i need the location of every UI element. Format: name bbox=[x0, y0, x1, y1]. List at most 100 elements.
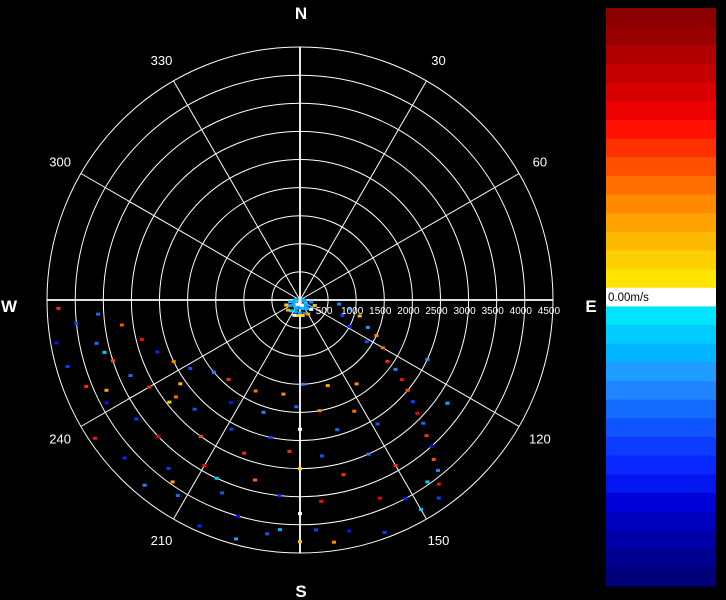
data-point-123 bbox=[74, 322, 79, 325]
data-point-99 bbox=[198, 435, 203, 438]
data-point-137 bbox=[102, 350, 107, 354]
data-point-127 bbox=[167, 400, 172, 404]
data-point-66 bbox=[366, 452, 371, 456]
data-point-102 bbox=[226, 377, 231, 381]
colorbar-swatch bbox=[606, 45, 716, 65]
colorbar-label: -7.33m/s bbox=[608, 497, 653, 509]
data-point-46 bbox=[380, 346, 385, 350]
data-point-59 bbox=[436, 482, 441, 486]
colorbar-swatch bbox=[606, 26, 716, 46]
data-point-92 bbox=[220, 491, 225, 495]
data-point-94 bbox=[253, 389, 258, 393]
data-point-111 bbox=[147, 385, 152, 389]
data-point-86 bbox=[281, 392, 286, 396]
compass-east-label: E bbox=[585, 297, 596, 316]
data-point-113 bbox=[171, 360, 176, 364]
data-point-95 bbox=[229, 427, 234, 431]
data-point-122 bbox=[119, 323, 124, 327]
data-point-132 bbox=[170, 480, 175, 484]
range-tick-label: 3500 bbox=[482, 306, 505, 317]
data-point-55 bbox=[424, 434, 429, 438]
colorbar-swatch bbox=[606, 306, 716, 326]
data-point-134 bbox=[445, 401, 450, 405]
data-point-25 bbox=[293, 310, 298, 314]
data-point-109 bbox=[92, 436, 97, 440]
colorbar-label: 10.00m/s bbox=[608, 12, 656, 24]
data-point-78 bbox=[298, 427, 302, 431]
bearing-label-300: 300 bbox=[49, 155, 71, 170]
data-point-76 bbox=[314, 528, 319, 532]
compass-west-label: W bbox=[1, 297, 18, 316]
colorbar-swatch bbox=[606, 250, 716, 270]
colorbar-label: -2.67m/s bbox=[608, 366, 653, 378]
data-point-87 bbox=[268, 436, 273, 439]
data-point-130 bbox=[214, 476, 219, 480]
data-point-44 bbox=[374, 334, 379, 338]
data-point-104 bbox=[156, 435, 161, 439]
colorbar-label: 0.00m/s bbox=[608, 292, 649, 304]
data-point-97 bbox=[175, 494, 180, 497]
colorbar-label: 8.67m/s bbox=[608, 49, 649, 61]
colorbar-label: 2.67m/s bbox=[608, 217, 649, 229]
colorbar-swatch bbox=[606, 175, 716, 195]
data-point-81 bbox=[298, 540, 302, 544]
data-point-138 bbox=[234, 537, 238, 541]
data-point-69 bbox=[325, 384, 330, 388]
data-point-45 bbox=[347, 324, 352, 328]
polar-radar-plot: 500 1000 1500 2000 2500 3000 3500 4000 4500 30 60… bbox=[1, 4, 597, 600]
data-point-119 bbox=[139, 337, 144, 341]
data-point-38 bbox=[295, 302, 300, 306]
data-point-68 bbox=[382, 531, 387, 534]
data-point-108 bbox=[134, 417, 139, 421]
data-point-116 bbox=[155, 350, 160, 354]
bearing-label-150: 150 bbox=[428, 533, 450, 548]
data-point-56 bbox=[429, 444, 434, 448]
data-point-121 bbox=[54, 341, 59, 345]
data-point-35 bbox=[309, 307, 314, 311]
bearing-label-240: 240 bbox=[49, 432, 71, 447]
colorbar-swatch bbox=[606, 101, 716, 121]
data-point-106 bbox=[211, 370, 216, 374]
data-point-79 bbox=[298, 467, 302, 471]
colorbar-label: 4.00m/s bbox=[608, 180, 649, 192]
range-tick-label: 4500 bbox=[538, 306, 561, 317]
colorbar-swatch bbox=[606, 399, 716, 419]
data-point-70 bbox=[335, 428, 340, 432]
colorbar-swatch bbox=[606, 138, 716, 158]
data-point-74 bbox=[319, 454, 324, 458]
data-point-124 bbox=[96, 312, 101, 316]
colorbar-swatch bbox=[606, 213, 716, 233]
data-point-30 bbox=[306, 312, 311, 316]
data-point-80 bbox=[298, 512, 302, 516]
colorbar-label: 6.67m/s bbox=[608, 105, 649, 117]
data-point-85 bbox=[265, 532, 270, 536]
data-point-71 bbox=[341, 473, 346, 477]
colorbar-swatch bbox=[606, 269, 716, 289]
bearing-label-210: 210 bbox=[151, 533, 173, 548]
range-tick-label: 1000 bbox=[341, 306, 364, 317]
colorbar-swatch bbox=[606, 119, 716, 139]
data-point-31 bbox=[300, 314, 305, 317]
colorbar-swatch bbox=[606, 381, 716, 400]
data-point-54 bbox=[421, 421, 426, 425]
data-point-75 bbox=[319, 499, 324, 503]
data-point-72 bbox=[347, 529, 352, 533]
colorbar-swatch bbox=[606, 82, 716, 102]
colorbar-label: 7.33m/s bbox=[608, 87, 649, 99]
data-point-33 bbox=[285, 308, 290, 312]
data-point-88 bbox=[253, 478, 258, 482]
colorbar-label: 1.33m/s bbox=[608, 254, 649, 266]
colorbar-label: -6.67m/s bbox=[608, 478, 653, 490]
colorbar-label: 2.00m/s bbox=[608, 236, 649, 248]
data-point-131 bbox=[277, 528, 282, 532]
compass-north-label: N bbox=[295, 4, 307, 23]
data-point-101 bbox=[142, 483, 147, 487]
data-point-128 bbox=[425, 480, 430, 484]
colorbar-swatch bbox=[606, 157, 716, 177]
data-point-133 bbox=[332, 540, 336, 544]
polar-grid bbox=[46, 46, 554, 554]
colorbar-swatch bbox=[606, 287, 716, 307]
bearing-label-30: 30 bbox=[431, 53, 445, 68]
data-point-62 bbox=[375, 422, 380, 426]
data-point-65 bbox=[352, 409, 357, 413]
